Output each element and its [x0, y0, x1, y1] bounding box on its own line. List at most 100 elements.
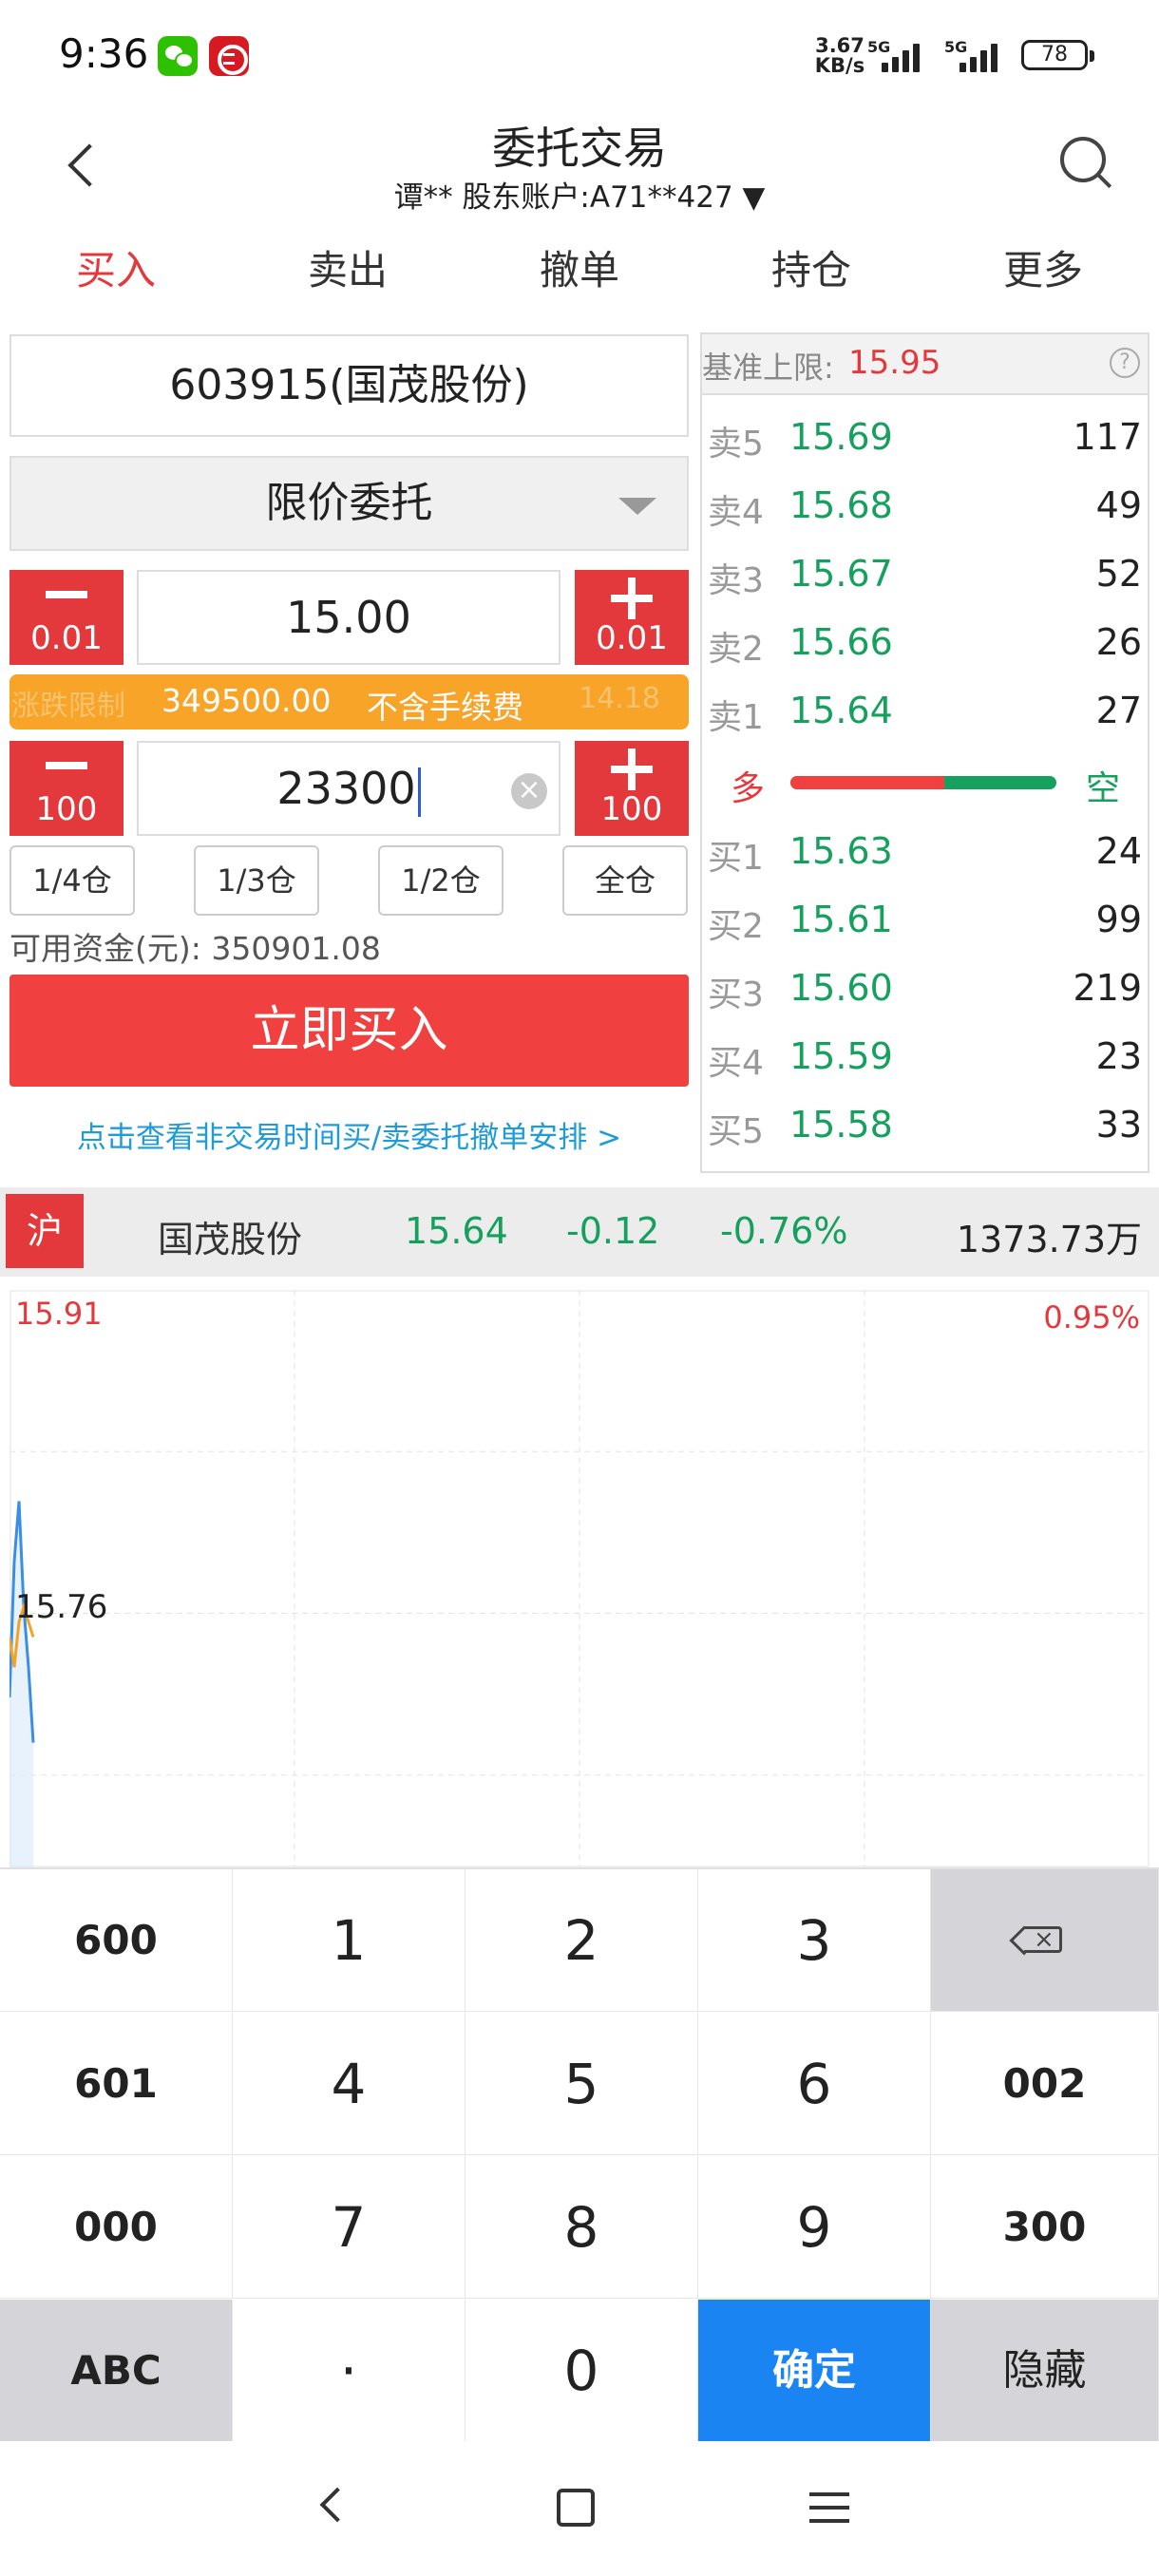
- chart-grid: [10, 1290, 1150, 1867]
- order-amount-tooltip: 涨跌限制 14.18 349500.00 不含手续费: [10, 674, 689, 729]
- key-300[interactable]: 300: [931, 2156, 1159, 2299]
- key-2[interactable]: 2: [466, 1869, 698, 2012]
- level-label: 买1: [708, 839, 764, 878]
- position-third-button[interactable]: 1/3仓: [194, 845, 319, 916]
- quantity-step-label: 100: [600, 790, 663, 828]
- quantity-increase-button[interactable]: 100: [575, 741, 689, 836]
- quote-turnover: 1373.73万: [956, 1219, 1142, 1260]
- level-price: 15.66: [789, 621, 893, 663]
- account-selector[interactable]: 谭** 股东账户:A71**427 ▼: [0, 173, 1159, 216]
- quantity-input[interactable]: 23300 ×: [137, 741, 560, 836]
- level-volume: 49: [1095, 484, 1142, 526]
- bid-row[interactable]: 买2 15.61 99: [702, 887, 1148, 954]
- available-funds: 可用资金(元): 350901.08: [10, 930, 381, 967]
- level-label: 卖1: [708, 698, 764, 737]
- order-type-value: 限价委托: [265, 479, 433, 527]
- ask-row[interactable]: 卖3 15.67 52: [702, 541, 1148, 608]
- tab-cancel[interactable]: 撤单: [464, 228, 695, 323]
- key-8[interactable]: 8: [466, 2156, 698, 2299]
- backspace-key[interactable]: [931, 1869, 1159, 2012]
- level-price: 15.60: [789, 967, 893, 1009]
- key-6[interactable]: 6: [698, 2013, 931, 2155]
- bid-row[interactable]: 买5 15.58 33: [702, 1092, 1148, 1159]
- bid-row[interactable]: 买1 15.63 24: [702, 819, 1148, 885]
- chart-mid-label: 15.76: [15, 1588, 108, 1626]
- exchange-badge: 沪: [6, 1194, 84, 1268]
- tab-positions[interactable]: 持仓: [695, 228, 927, 323]
- key-002[interactable]: 002: [931, 2013, 1159, 2155]
- key-4[interactable]: 4: [233, 2013, 466, 2155]
- position-full-button[interactable]: 全仓: [562, 845, 688, 916]
- off-hours-info-link[interactable]: 点击查看非交易时间买/卖委托撤单安排 >: [10, 1113, 689, 1156]
- price-input[interactable]: 15.00: [137, 570, 560, 665]
- level-price: 15.64: [789, 690, 893, 731]
- key-3[interactable]: 3: [698, 1869, 931, 2012]
- price-decrease-button[interactable]: 0.01: [10, 570, 124, 665]
- level-label: 买5: [708, 1112, 764, 1151]
- key-7[interactable]: 7: [233, 2156, 466, 2299]
- level-label: 买3: [708, 975, 764, 1014]
- intraday-chart[interactable]: 15.91 0.95% 15.76: [10, 1290, 1150, 1867]
- minus-icon: [46, 591, 87, 598]
- chart-high-label: 15.91: [15, 1296, 103, 1332]
- level-volume: 33: [1095, 1104, 1142, 1146]
- level-volume: 219: [1073, 967, 1142, 1009]
- key-1[interactable]: 1: [233, 1869, 466, 2012]
- order-type-select[interactable]: 限价委托: [10, 456, 689, 551]
- key-9[interactable]: 9: [698, 2156, 931, 2299]
- key-600[interactable]: 600: [0, 1869, 233, 2012]
- hide-keyboard-key[interactable]: 隐藏: [931, 2300, 1159, 2442]
- ask-row[interactable]: 卖5 15.69 117: [702, 405, 1148, 471]
- balance-bar-fill: [790, 776, 945, 789]
- position-quarter-button[interactable]: 1/4仓: [10, 845, 135, 916]
- clear-icon[interactable]: ×: [511, 773, 547, 809]
- help-icon[interactable]: ?: [1110, 348, 1140, 378]
- balance-bar: [790, 776, 1056, 789]
- quantity-decrease-button[interactable]: 100: [10, 741, 124, 836]
- confirm-key[interactable]: 确定: [698, 2300, 931, 2442]
- status-bar: 9:36 3.67 KB/s 5G 5G 78: [0, 0, 1159, 114]
- key-0[interactable]: 0: [466, 2300, 698, 2442]
- key-abc[interactable]: ABC: [0, 2300, 233, 2442]
- nav-home-icon[interactable]: [557, 2489, 595, 2527]
- level-price: 15.59: [789, 1035, 893, 1077]
- tab-sell[interactable]: 卖出: [232, 228, 464, 323]
- stock-code-input[interactable]: 603915(国茂股份): [10, 334, 689, 437]
- order-amount: 349500.00: [162, 682, 332, 719]
- level-label: 买2: [708, 907, 764, 946]
- level-label: 卖4: [708, 493, 764, 532]
- buy-now-button[interactable]: 立即买入: [10, 975, 689, 1087]
- quantity-value: 23300: [276, 763, 416, 814]
- level-price: 15.69: [789, 416, 893, 458]
- key-dot[interactable]: ·: [233, 2300, 466, 2442]
- nav-menu-icon[interactable]: [809, 2489, 849, 2527]
- level-volume: 27: [1095, 690, 1142, 731]
- price-increase-button[interactable]: 0.01: [575, 570, 689, 665]
- bull-bear-balance: 多 空: [702, 748, 1148, 814]
- tab-more[interactable]: 更多: [927, 228, 1159, 323]
- status-time: 9:36: [59, 30, 149, 77]
- bid-row[interactable]: 买4 15.59 23: [702, 1024, 1148, 1090]
- quantity-step-label: 100: [35, 790, 98, 828]
- ask-row[interactable]: 卖1 15.64 27: [702, 678, 1148, 745]
- key-000[interactable]: 000: [0, 2156, 233, 2299]
- level-label: 买4: [708, 1044, 764, 1083]
- tab-buy[interactable]: 买入: [0, 228, 232, 323]
- price-step-label: 0.01: [30, 619, 103, 657]
- nav-back-icon[interactable]: [314, 2487, 352, 2529]
- level-volume: 24: [1095, 830, 1142, 872]
- long-label: 多: [731, 769, 766, 808]
- ask-row[interactable]: 卖4 15.68 49: [702, 473, 1148, 540]
- level-price: 15.63: [789, 830, 893, 872]
- level-volume: 52: [1095, 553, 1142, 595]
- bid-row[interactable]: 买3 15.60 219: [702, 956, 1148, 1022]
- key-5[interactable]: 5: [466, 2013, 698, 2155]
- chart-series: [10, 1501, 35, 1867]
- stock-quote-bar[interactable]: 沪 国茂股份 15.64 -0.12 -0.76% 1373.73万: [0, 1187, 1159, 1277]
- key-601[interactable]: 601: [0, 2013, 233, 2155]
- ask-row[interactable]: 卖2 15.66 26: [702, 610, 1148, 676]
- position-half-button[interactable]: 1/2仓: [378, 845, 504, 916]
- bank-app-notification-icon: [209, 36, 249, 76]
- level-volume: 99: [1095, 899, 1142, 940]
- search-icon[interactable]: [1054, 131, 1121, 198]
